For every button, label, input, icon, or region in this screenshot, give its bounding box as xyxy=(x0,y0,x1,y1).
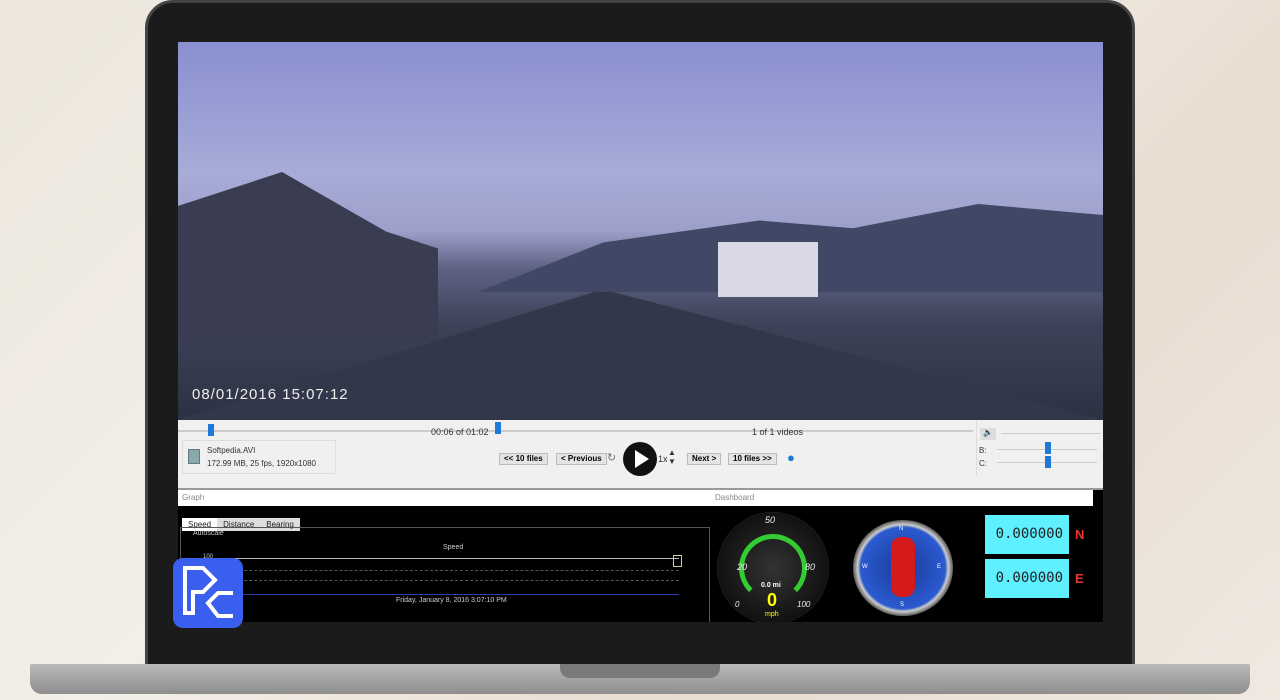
brightness-label: B: xyxy=(979,446,987,455)
graph-panel: Graph Speed Distance Bearing Autoscale Spe… xyxy=(178,488,711,622)
adjustments-panel: 🔈 B: C: xyxy=(976,420,1103,476)
gridline xyxy=(219,570,679,571)
speed-readout: 0 xyxy=(767,590,778,610)
dashboard-panel: Dashboard 20 50 80 0 100 0.0 mi 0 mph N … xyxy=(711,488,1103,622)
playback-speed: 1x xyxy=(658,454,668,464)
time-display: 00:06 of 01:02 xyxy=(431,427,489,437)
app-screen: 08/01/2016 15:07:12 00:06 of 01:02 1 of … xyxy=(178,42,1103,622)
replay-icon[interactable]: ↻ xyxy=(607,451,616,464)
compass-west: W xyxy=(862,564,868,570)
speedometer: 20 50 80 0 100 0.0 mi 0 mph xyxy=(717,512,829,622)
play-button[interactable] xyxy=(623,442,657,476)
speed-tick: 100 xyxy=(797,600,811,609)
brightness-handle[interactable] xyxy=(1045,442,1051,454)
file-name: Softpedia.AVI xyxy=(207,446,256,455)
compass: N E S W xyxy=(853,520,953,616)
compass-south: S xyxy=(900,602,905,608)
speed-tick: 0 xyxy=(735,600,740,609)
graph-title: Graph xyxy=(178,490,711,506)
speed-tick: 80 xyxy=(805,562,816,572)
longitude-direction: E xyxy=(1075,571,1084,586)
play-icon xyxy=(635,450,649,468)
autoscale-label[interactable]: Autoscale xyxy=(193,530,224,537)
contrast-label: C: xyxy=(979,459,987,468)
car-icon xyxy=(891,537,915,597)
chart-top-line xyxy=(219,558,679,559)
video-house xyxy=(178,172,438,342)
video-player[interactable]: 08/01/2016 15:07:12 xyxy=(178,42,1103,420)
video-count: 1 of 1 videos xyxy=(752,427,804,437)
chart-title: Speed xyxy=(443,544,464,551)
cursor-marker[interactable] xyxy=(673,555,682,567)
range-start-handle[interactable] xyxy=(208,424,214,436)
distance-readout: 0.0 mi xyxy=(761,582,781,589)
compass-north: N xyxy=(899,526,904,532)
gridline xyxy=(219,580,679,581)
speed-tick: 20 xyxy=(737,562,748,572)
previous-button[interactable]: < Previous xyxy=(556,453,607,465)
volume-slider[interactable] xyxy=(1001,433,1101,434)
speed-chart: Autoscale Speed 100 Friday, January 8, 2… xyxy=(180,527,710,622)
file-details: 172.99 MB, 25 fps, 1920x1080 xyxy=(207,459,316,468)
speed-stepper[interactable]: ▲ ▼ xyxy=(668,448,676,466)
speed-unit: mph xyxy=(765,611,779,618)
latitude-direction: N xyxy=(1075,527,1085,542)
next-button[interactable]: Next > xyxy=(687,453,722,465)
speed-series-line xyxy=(219,594,679,595)
file-info: Softpedia.AVI 172.99 MB, 25 fps, 1920x10… xyxy=(182,440,336,474)
logo-icon xyxy=(183,566,233,618)
longitude-display: 0.000000 xyxy=(985,559,1069,598)
x-axis-label: Friday, January 8, 2016 3:07:10 PM xyxy=(396,597,507,604)
seek-bar[interactable] xyxy=(178,430,973,432)
speed-tick: 50 xyxy=(765,515,776,525)
laptop-notch xyxy=(560,664,720,678)
map-pin-icon[interactable]: ● xyxy=(787,450,795,465)
compass-east: E xyxy=(937,564,942,570)
contrast-handle[interactable] xyxy=(1045,456,1051,468)
playback-controls: 00:06 of 01:02 1 of 1 videos Softpedia.A… xyxy=(178,420,1103,488)
video-file-icon xyxy=(188,449,200,464)
seek-handle[interactable] xyxy=(495,422,501,434)
watermark-logo xyxy=(173,558,243,628)
volume-icon[interactable]: 🔈 xyxy=(980,428,996,440)
latitude-display: 0.000000 xyxy=(985,515,1069,554)
video-timestamp: 08/01/2016 15:07:12 xyxy=(192,386,349,403)
dashboard-title: Dashboard xyxy=(711,490,1093,506)
back-10-files-button[interactable]: << 10 files xyxy=(499,453,548,465)
forward-10-files-button[interactable]: 10 files >> xyxy=(728,453,777,465)
video-house xyxy=(718,242,818,297)
